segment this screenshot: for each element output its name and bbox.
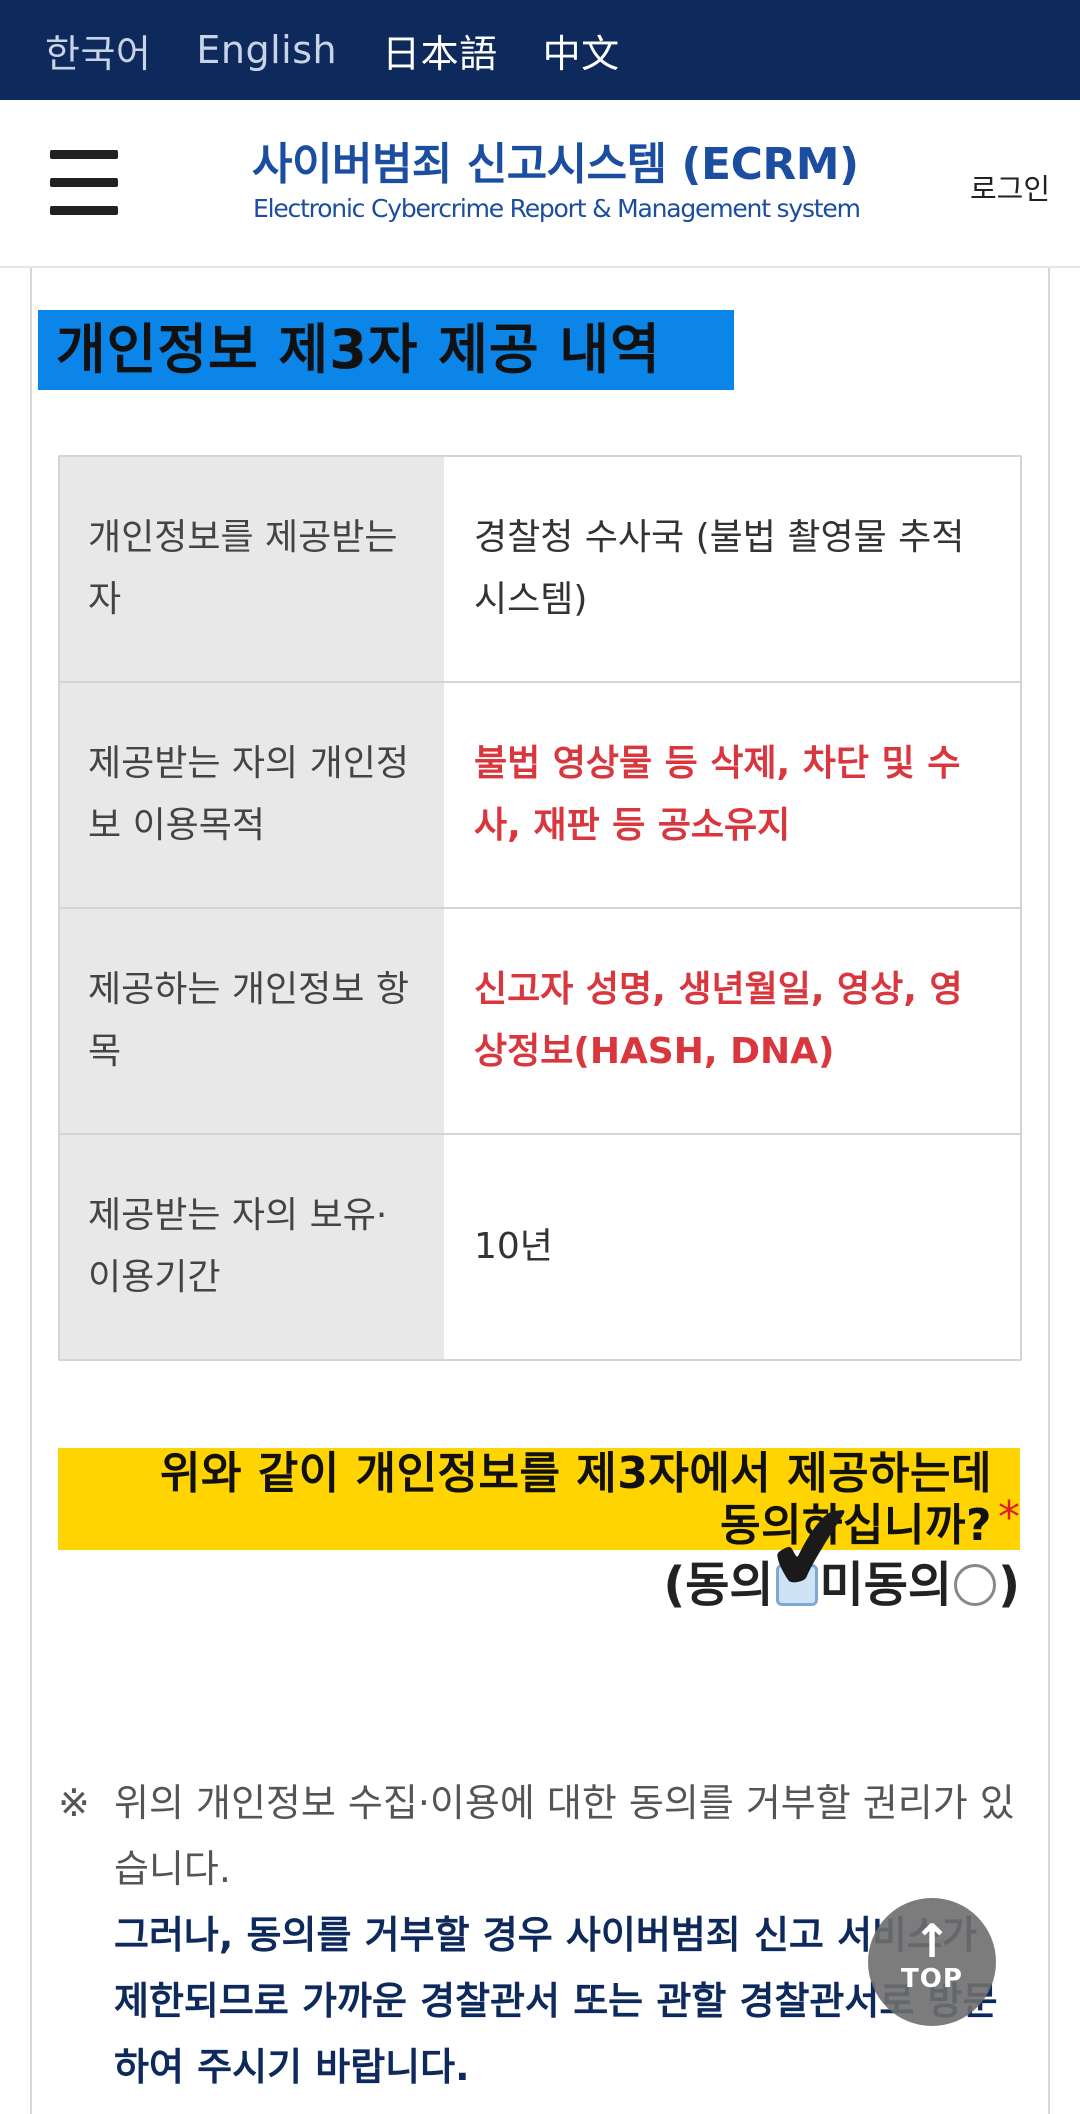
row-value-recipient: 경찰청 수사국 (불법 촬영물 추적 시스템) (444, 456, 1021, 682)
table-row: 제공받는 자의 보유·이용기간 10년 (59, 1133, 1021, 1360)
row-value-items: 신고자 성명, 생년월일, 영상, 영상정보(HASH, DNA) (444, 907, 1021, 1134)
table-row: 개인정보를 제공받는 자 경찰청 수사국 (불법 촬영물 추적 시스템) (59, 456, 1021, 682)
notice-row: ※ 위의 개인정보 수집·이용에 대한 동의를 거부할 권리가 있습니다. (58, 1770, 1018, 1902)
notice-text: 위의 개인정보 수집·이용에 대한 동의를 거부할 권리가 있습니다. (114, 1781, 1015, 1891)
consent-question: 위와 같이 개인정보를 제3자에서 제공하는데 동의하십니까? * ( 동의 미… (58, 1448, 1020, 1625)
required-asterisk: * (998, 1492, 1020, 1543)
language-bar: 한국어 English 日本語 中文 (0, 0, 1080, 100)
row-label-recipient: 개인정보를 제공받는 자 (59, 456, 444, 682)
lang-japanese-link[interactable]: 日本語 (382, 23, 498, 78)
open-paren: ( (663, 1557, 686, 1613)
site-logo-subtitle: Electronic Cybercrime Report & Managemen… (253, 194, 861, 223)
lang-chinese-link[interactable]: 中文 (543, 23, 620, 78)
close-paren: ) (998, 1557, 1020, 1613)
agree-label[interactable]: 동의 (685, 1550, 773, 1620)
reference-mark-icon: ※ (58, 1781, 90, 1825)
row-value-purpose: 불법 영상물 등 삭제, 차단 및 수사, 재판 등 공소유지 (444, 681, 1021, 908)
row-label-retention: 제공받는 자의 보유·이용기간 (59, 1133, 444, 1360)
table-row: 제공받는 자의 개인정보 이용목적 불법 영상물 등 삭제, 차단 및 수사, … (59, 681, 1021, 908)
top-label: TOP (901, 1964, 963, 1994)
lang-korean-link[interactable]: 한국어 (45, 23, 151, 78)
hamburger-menu-icon[interactable] (50, 150, 118, 216)
login-link[interactable]: 로그인 (970, 166, 1050, 208)
lang-english-link[interactable]: English (196, 28, 337, 72)
table-row: 제공하는 개인정보 항목 신고자 성명, 생년월일, 영상, 영상정보(HASH… (59, 907, 1021, 1134)
row-label-items: 제공하는 개인정보 항목 (59, 907, 444, 1134)
disagree-radio[interactable] (954, 1564, 997, 1606)
section-title: 개인정보 제3자 제공 내역 (38, 310, 734, 390)
third-party-info-table: 개인정보를 제공받는 자 경찰청 수사국 (불법 촬영물 추적 시스템) 제공받… (58, 455, 1022, 1361)
scroll-top-button[interactable]: ↑ TOP (868, 1898, 996, 2026)
site-logo-title[interactable]: 사이버범죄 신고시스템 (ECRM) (252, 128, 859, 192)
site-header: 사이버범죄 신고시스템 (ECRM) Electronic Cybercrime… (0, 100, 1080, 268)
row-label-purpose: 제공받는 자의 개인정보 이용목적 (59, 681, 444, 908)
arrow-up-icon: ↑ (912, 1914, 952, 1968)
row-value-retention: 10년 (444, 1133, 1021, 1360)
question-text: 위와 같이 개인정보를 제3자에서 제공하는데 동의하십니까? (58, 1448, 1020, 1552)
checkmark-icon: ✔ (753, 1473, 873, 1626)
